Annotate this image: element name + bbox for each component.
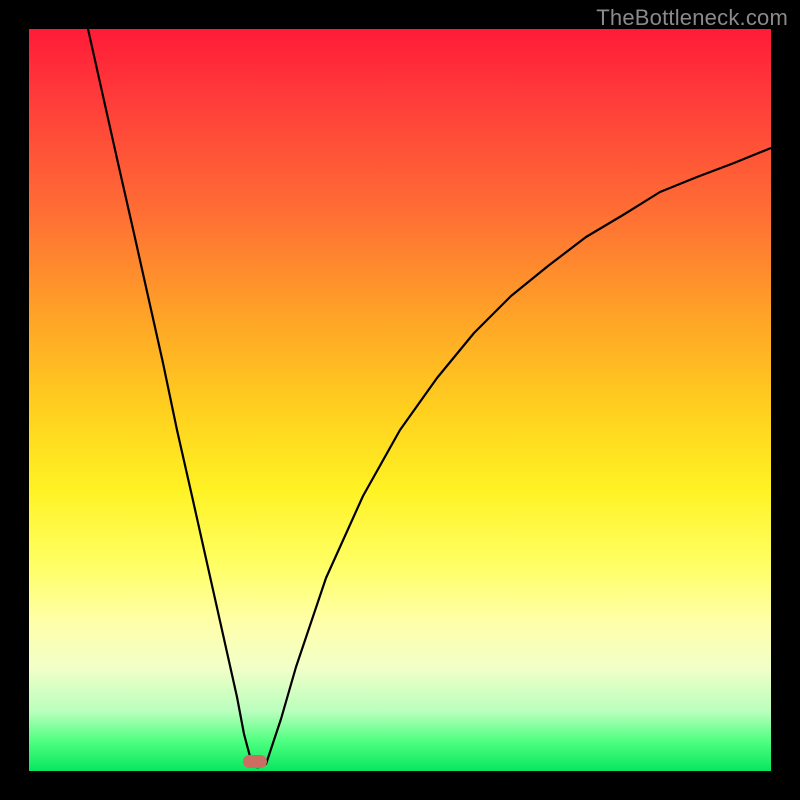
optimal-marker — [243, 755, 267, 768]
chart-frame: TheBottleneck.com — [0, 0, 800, 800]
curve-path — [88, 29, 771, 767]
bottleneck-curve — [29, 29, 771, 771]
watermark-text: TheBottleneck.com — [596, 5, 788, 31]
plot-area — [29, 29, 771, 771]
